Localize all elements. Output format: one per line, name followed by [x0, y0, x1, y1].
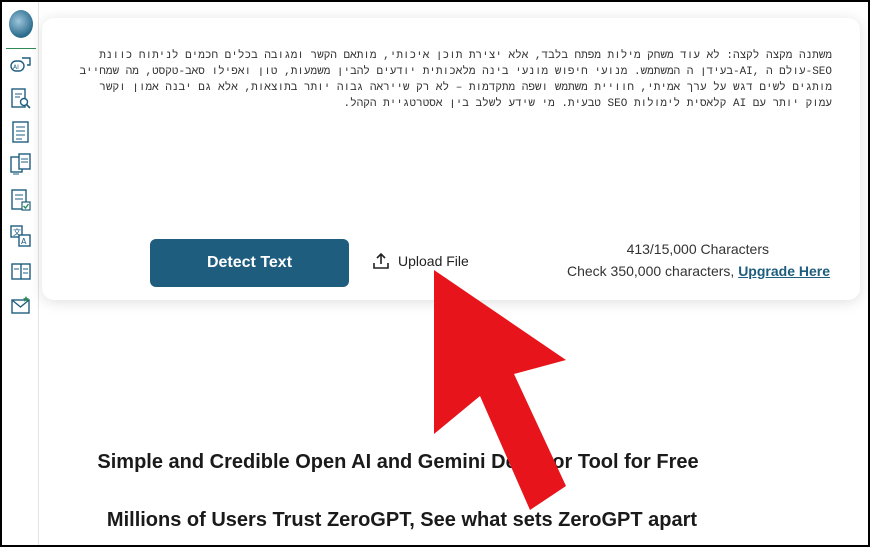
document-list-icon[interactable]: [10, 120, 32, 144]
headline-primary: Simple and Credible Open AI and Gemini D…: [97, 451, 699, 473]
sidebar-divider: [6, 48, 36, 49]
upgrade-link[interactable]: Upgrade Here: [738, 263, 830, 279]
character-counter: 413/15,000 Characters: [626, 241, 769, 257]
detector-card: משתנה מקצה לקצה: לא עוד משחק מילות מפתח …: [42, 18, 860, 300]
document-check-icon[interactable]: [10, 188, 32, 212]
upload-file-label: Upload File: [398, 253, 469, 269]
check-limit-label: Check 350,000 characters,: [566, 263, 739, 279]
check-limit-text: Check 350,000 characters, Upgrade Here: [567, 263, 830, 279]
book-icon[interactable]: [10, 260, 32, 284]
email-icon[interactable]: [10, 294, 32, 318]
svg-text:AI: AI: [13, 64, 19, 71]
upload-icon: [372, 252, 390, 270]
svg-text:A: A: [21, 237, 27, 246]
brain-logo-icon[interactable]: [9, 10, 33, 38]
document-search-icon[interactable]: [10, 87, 32, 111]
upload-file-button[interactable]: Upload File: [372, 249, 469, 273]
document-compare-icon[interactable]: [10, 153, 32, 177]
ai-chat-icon[interactable]: AI: [10, 54, 32, 78]
detect-text-button[interactable]: Detect Text: [150, 239, 349, 287]
text-input-area[interactable]: משתנה מקצה לקצה: לא עוד משחק מילות מפתח …: [70, 48, 832, 228]
translate-icon[interactable]: 文A: [10, 224, 32, 248]
headline-secondary: Millions of Users Trust ZeroGPT, See wha…: [106, 509, 698, 531]
